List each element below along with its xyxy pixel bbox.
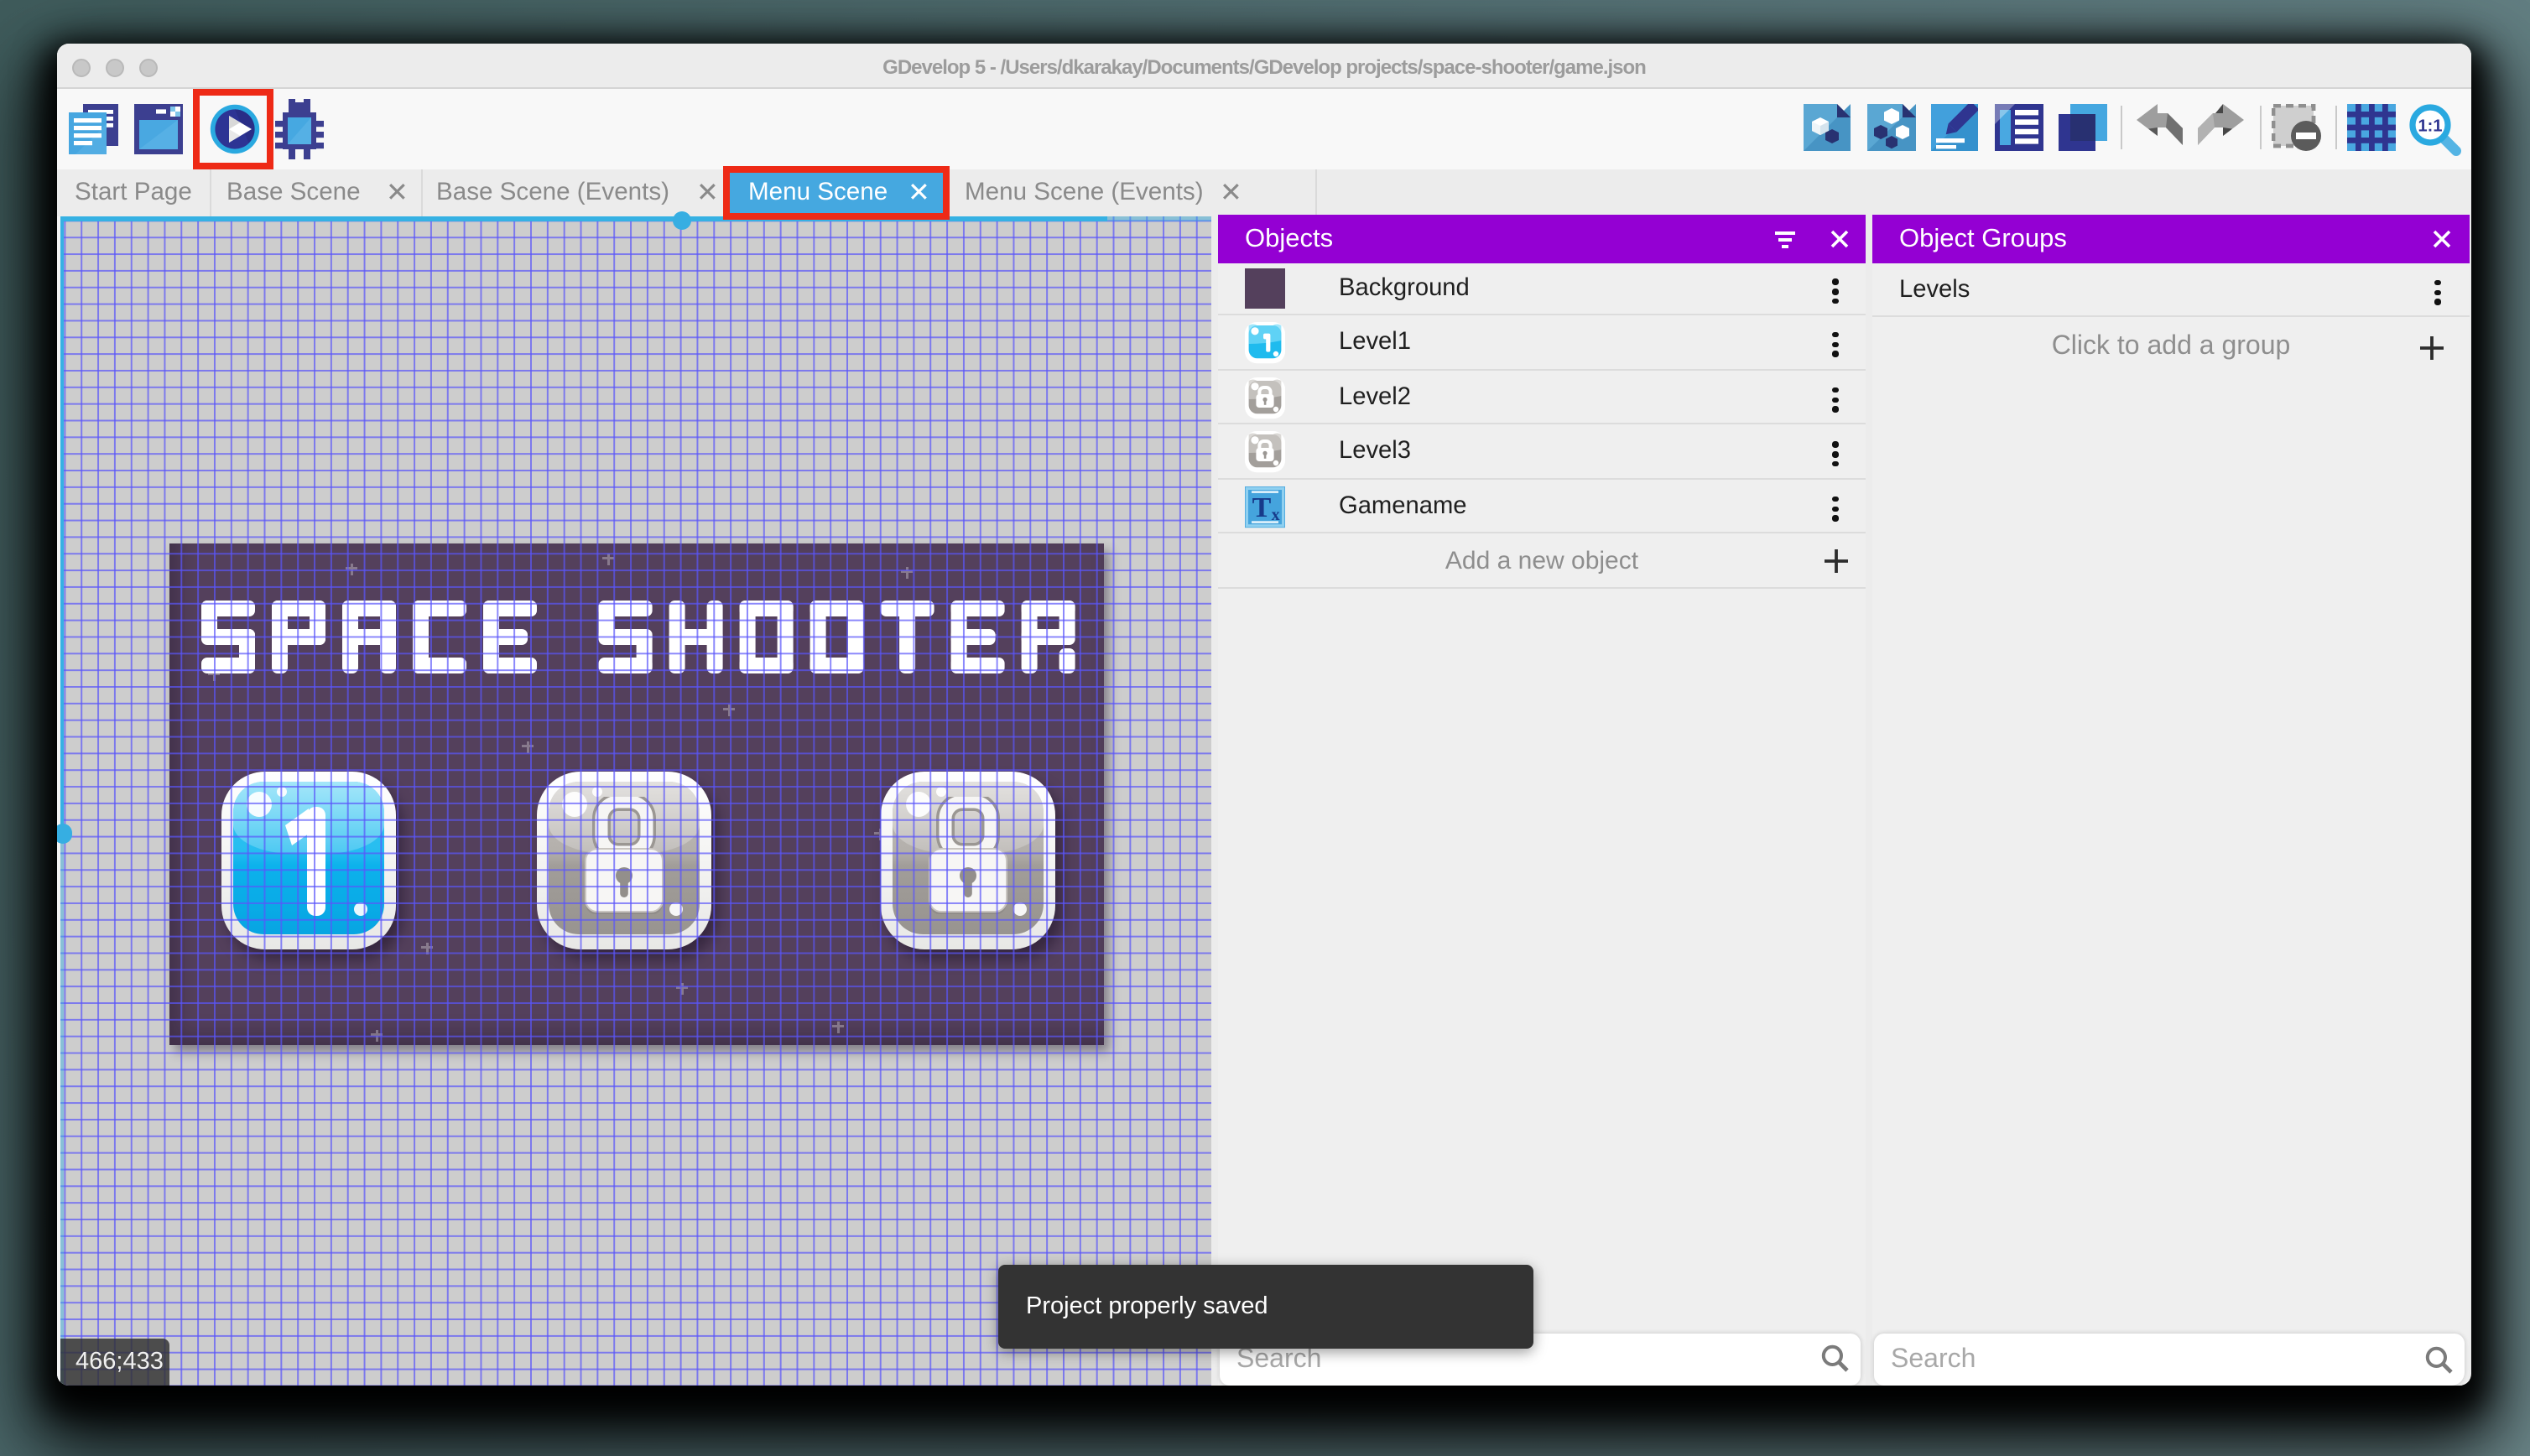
svg-text:1:1: 1:1 [2418, 117, 2442, 135]
svg-text:x: x [1271, 505, 1279, 523]
svg-text:T: T [1252, 491, 1271, 523]
